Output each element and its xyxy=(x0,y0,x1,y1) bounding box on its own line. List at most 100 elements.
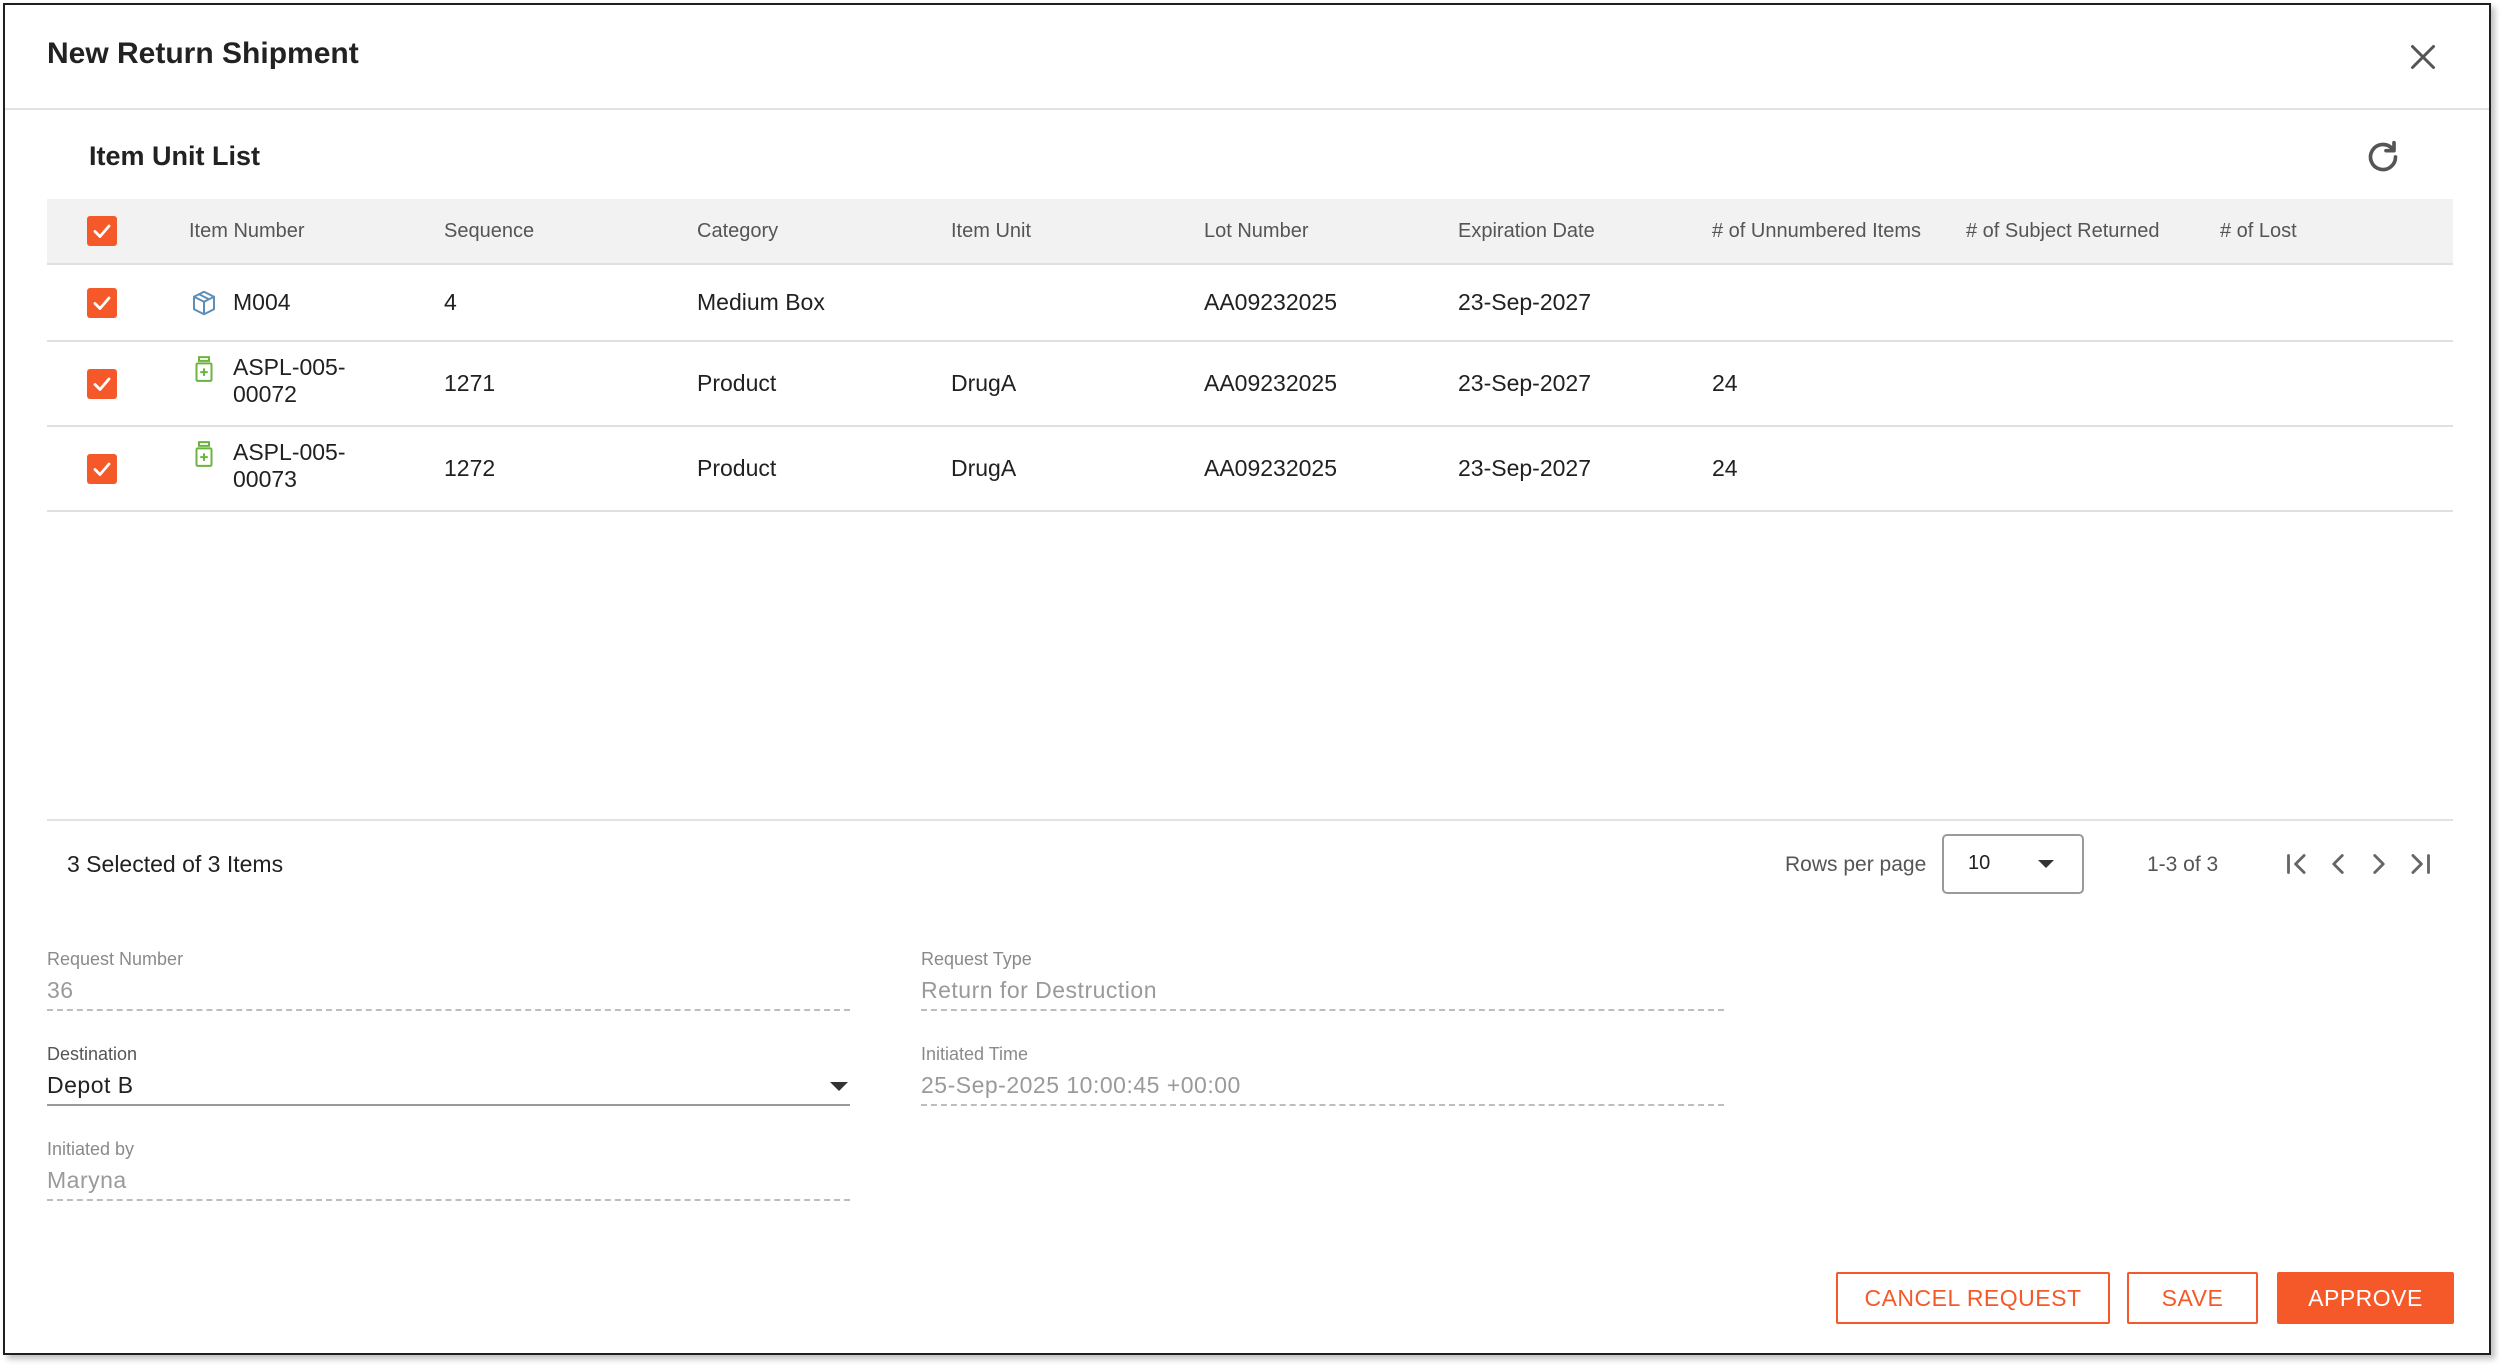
next-page-button[interactable] xyxy=(2362,847,2396,881)
cell-item-unit: DrugA xyxy=(951,455,1017,481)
check-icon xyxy=(93,296,111,310)
item-unit-table: Item Number Sequence Category Item Unit … xyxy=(47,199,2453,512)
last-page-icon xyxy=(2411,854,2430,874)
cell-item-number: ASPL-005-00073 xyxy=(189,427,439,510)
cell-category: Medium Box xyxy=(697,289,825,315)
cell-unnumbered-items: 24 xyxy=(1712,455,1738,481)
table-row[interactable]: ASPL-005-00073 1272 Product DrugA AA0923… xyxy=(47,427,2453,512)
cell-category: Product xyxy=(697,455,777,481)
cell-expiration-date: 23-Sep-2027 xyxy=(1458,370,1591,396)
cell-sequence: 1272 xyxy=(444,455,496,481)
last-page-button[interactable] xyxy=(2403,847,2437,881)
request-number-field: Request Number 36 xyxy=(47,949,850,1011)
cell-item-number: M004 xyxy=(189,265,439,340)
cell-expiration-date: 23-Sep-2027 xyxy=(1458,289,1591,315)
cell-item-number: ASPL-005-00072 xyxy=(189,342,439,425)
header-subject-returned[interactable]: # of Subject Returned xyxy=(1966,199,2216,263)
cell-category: Product xyxy=(697,370,777,396)
previous-page-button[interactable] xyxy=(2321,847,2355,881)
cell-lost xyxy=(2220,265,2420,340)
header-expiration-date[interactable]: Expiration Date xyxy=(1458,199,1708,263)
dialog-header: New Return Shipment xyxy=(5,5,2489,110)
approve-button[interactable]: APPROVE xyxy=(2277,1272,2454,1324)
row-checkbox[interactable] xyxy=(87,453,117,484)
cell-unnumbered-items xyxy=(1712,265,1942,340)
destination-value: Depot B xyxy=(47,1072,134,1098)
table-header-row: Item Number Sequence Category Item Unit … xyxy=(47,199,2453,265)
check-icon xyxy=(93,462,111,476)
close-icon xyxy=(2411,45,2435,69)
save-button[interactable]: SAVE xyxy=(2127,1272,2258,1324)
item-unit-list-title: Item Unit List xyxy=(89,141,261,171)
header-checkbox-cell xyxy=(47,199,157,263)
cancel-request-button[interactable]: CANCEL REQUEST xyxy=(1836,1272,2110,1324)
box-icon xyxy=(189,288,219,318)
row-checkbox-cell xyxy=(47,342,157,425)
initiated-time-label: Initiated Time xyxy=(921,1044,1029,1064)
destination-label: Destination xyxy=(47,1044,138,1064)
rows-per-page-label: Rows per page xyxy=(1785,853,1927,876)
cell-subject-returned xyxy=(1966,265,2216,340)
destination-select[interactable]: Depot B xyxy=(47,1070,850,1106)
rows-per-page-select[interactable]: 10 xyxy=(1942,834,2084,894)
table-row[interactable]: M004 4 Medium Box AA09232025 23-Sep-2027 xyxy=(47,265,2453,342)
initiated-time-value: 25-Sep-2025 10:00:45 +00:00 xyxy=(921,1070,1724,1106)
row-checkbox-cell xyxy=(47,265,157,340)
initiated-by-value: Maryna xyxy=(47,1165,850,1201)
row-checkbox-cell xyxy=(47,427,157,510)
request-type-value: Return for Destruction xyxy=(921,975,1724,1011)
selected-count: 3 Selected of 3 Items xyxy=(67,851,284,877)
cell-expiration-date: 23-Sep-2027 xyxy=(1458,455,1591,481)
header-category[interactable]: Category xyxy=(697,199,947,263)
refresh-button[interactable] xyxy=(2363,137,2403,177)
table-footer-divider xyxy=(47,819,2453,821)
header-lost[interactable]: # of Lost xyxy=(2220,199,2420,263)
table-row[interactable]: ASPL-005-00072 1271 Product DrugA AA0923… xyxy=(47,342,2453,427)
new-return-shipment-dialog: New Return Shipment Item Unit List Item … xyxy=(3,3,2491,1355)
check-icon xyxy=(93,377,111,391)
header-sequence[interactable]: Sequence xyxy=(444,199,694,263)
header-item-number[interactable]: Item Number xyxy=(189,199,439,263)
cell-subject-returned xyxy=(1966,427,2216,510)
first-page-icon xyxy=(2287,854,2306,874)
cell-subject-returned xyxy=(1966,342,2216,425)
dialog-title: New Return Shipment xyxy=(47,37,359,70)
request-number-label: Request Number xyxy=(47,949,184,969)
cell-lost xyxy=(2220,427,2420,510)
medicine-bottle-icon xyxy=(189,439,219,469)
initiated-time-field: Initiated Time 25-Sep-2025 10:00:45 +00:… xyxy=(921,1044,1724,1106)
item-number-text: M004 xyxy=(233,289,291,315)
cell-item-unit: DrugA xyxy=(951,370,1017,396)
header-lot-number[interactable]: Lot Number xyxy=(1204,199,1454,263)
pagination-range: 1-3 of 3 xyxy=(2147,853,2219,876)
chevron-down-icon xyxy=(2038,860,2054,868)
header-item-unit[interactable]: Item Unit xyxy=(951,199,1201,263)
cell-sequence: 1271 xyxy=(444,370,496,396)
cell-lot-number: AA09232025 xyxy=(1204,289,1338,315)
destination-field: Destination Depot B xyxy=(47,1044,850,1106)
row-checkbox[interactable] xyxy=(87,287,117,318)
initiated-by-label: Initiated by xyxy=(47,1139,135,1159)
cell-item-unit xyxy=(951,265,1201,340)
check-icon xyxy=(93,224,111,238)
rows-per-page-value: 10 xyxy=(1968,852,1991,874)
chevron-right-icon xyxy=(2373,854,2385,874)
medicine-bottle-icon xyxy=(189,354,219,384)
cell-lot-number: AA09232025 xyxy=(1204,370,1338,396)
cell-unnumbered-items: 24 xyxy=(1712,370,1738,396)
row-checkbox[interactable] xyxy=(87,368,117,399)
cell-lot-number: AA09232025 xyxy=(1204,455,1338,481)
initiated-by-field: Initiated by Maryna xyxy=(47,1139,850,1201)
close-button[interactable] xyxy=(2405,39,2441,75)
request-type-label: Request Type xyxy=(921,949,1032,969)
request-number-value: 36 xyxy=(47,975,850,1011)
cell-sequence: 4 xyxy=(444,289,457,315)
first-page-button[interactable] xyxy=(2280,847,2314,881)
select-all-checkbox[interactable] xyxy=(87,216,117,246)
chevron-down-icon xyxy=(830,1082,848,1091)
cell-lost xyxy=(2220,342,2420,425)
header-unnumbered-items[interactable]: # of Unnumbered Items xyxy=(1712,199,1942,263)
chevron-left-icon xyxy=(2332,854,2344,874)
request-type-field: Request Type Return for Destruction xyxy=(921,949,1724,1011)
item-number-text: ASPL-005-00073 xyxy=(233,439,346,492)
